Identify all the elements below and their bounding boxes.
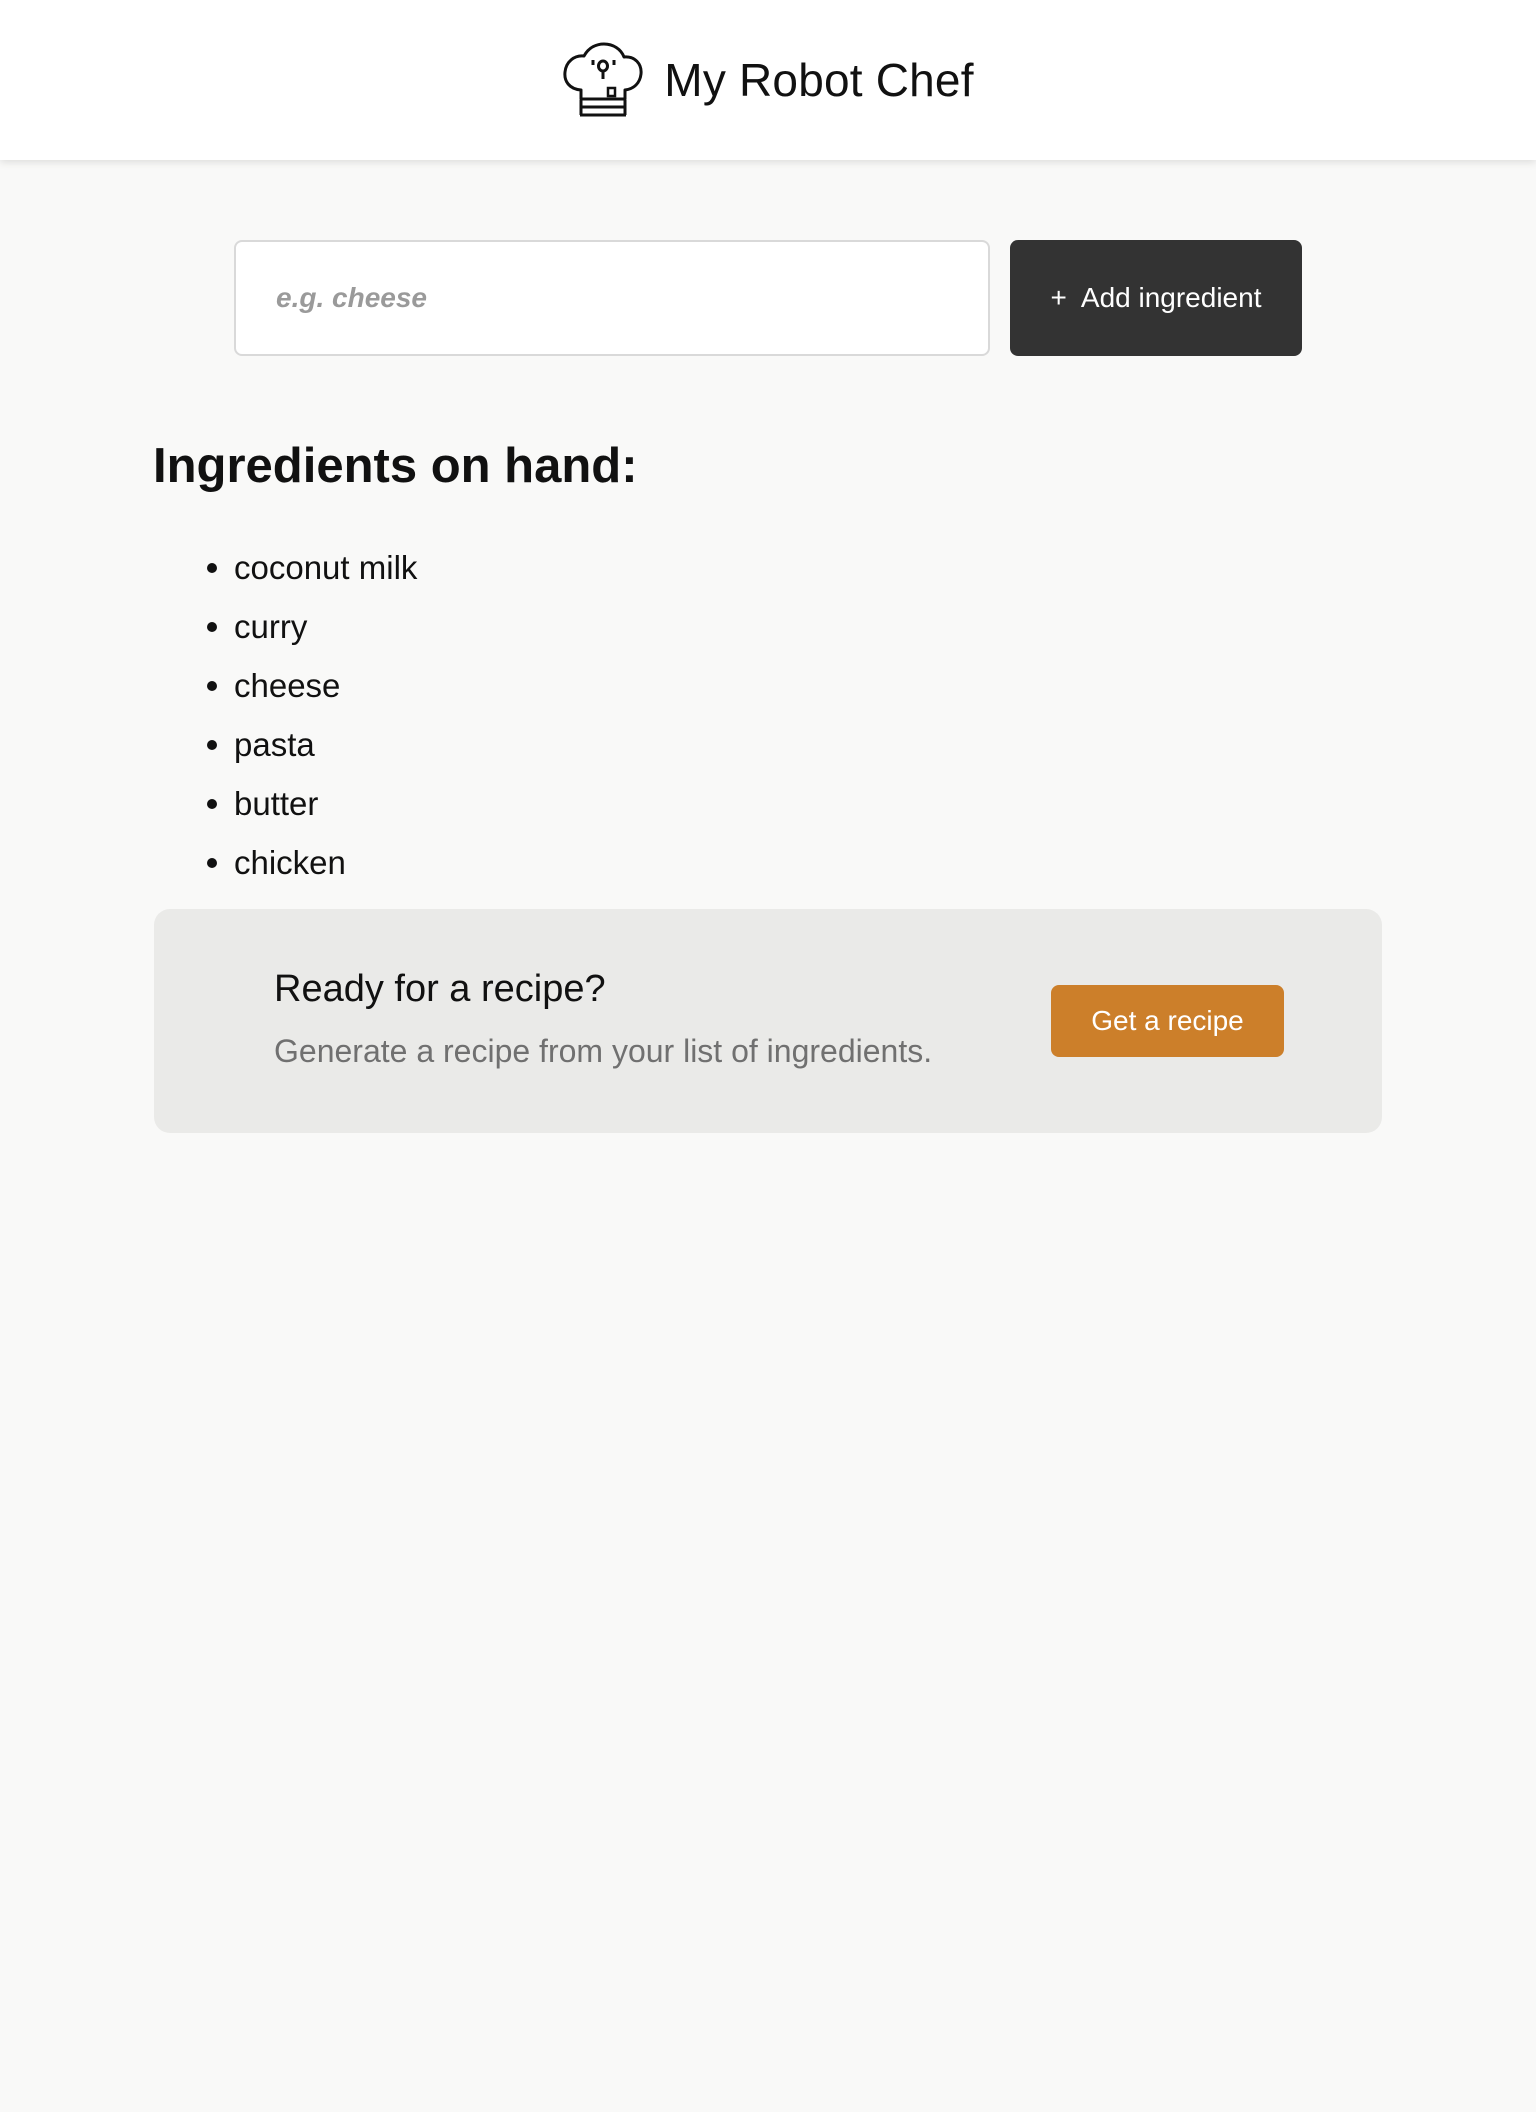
ingredient-name: chicken (234, 843, 346, 881)
ingredient-name: curry (234, 607, 308, 645)
recipe-panel: Ready for a recipe? Generate a recipe fr… (154, 909, 1382, 1133)
bullet-icon (207, 798, 217, 809)
ingredient-name: pasta (234, 725, 315, 763)
ingredient-list-item: cheese (153, 656, 1383, 715)
ingredient-list-item: chicken (153, 833, 1383, 892)
ingredient-list-item: curry (153, 597, 1383, 656)
ingredient-list: coconut milk curry cheese pasta butter c… (153, 538, 1383, 892)
ingredient-form: + Add ingredient (234, 240, 1302, 356)
bullet-icon (207, 562, 217, 573)
bullet-icon (207, 739, 217, 750)
plus-icon: + (1050, 282, 1067, 313)
bullet-icon (207, 621, 217, 632)
recipe-panel-subtitle: Generate a recipe from your list of ingr… (274, 1033, 933, 1069)
ingredients-section: Ingredients on hand: coconut milk curry … (153, 430, 1383, 892)
ingredient-list-item: pasta (153, 715, 1383, 774)
ingredient-list-item: butter (153, 774, 1383, 833)
app-title: My Robot Chef (664, 54, 974, 106)
ingredient-list-item: coconut milk (153, 538, 1383, 597)
ingredient-name: butter (234, 784, 319, 822)
bullet-icon (207, 857, 217, 868)
bullet-icon (207, 680, 217, 691)
add-ingredient-button[interactable]: + Add ingredient (1010, 240, 1302, 356)
ingredient-input[interactable] (234, 240, 990, 356)
app-header: My Robot Chef (0, 0, 1536, 160)
add-ingredient-label: Add ingredient (1080, 282, 1262, 313)
get-recipe-button[interactable]: Get a recipe (1051, 985, 1284, 1057)
ingredient-name: cheese (234, 666, 341, 704)
chef-hat-icon (563, 42, 643, 117)
recipe-panel-title: Ready for a recipe? (274, 968, 606, 1010)
ingredient-name: coconut milk (234, 548, 418, 586)
ingredients-heading: Ingredients on hand: (153, 439, 638, 493)
